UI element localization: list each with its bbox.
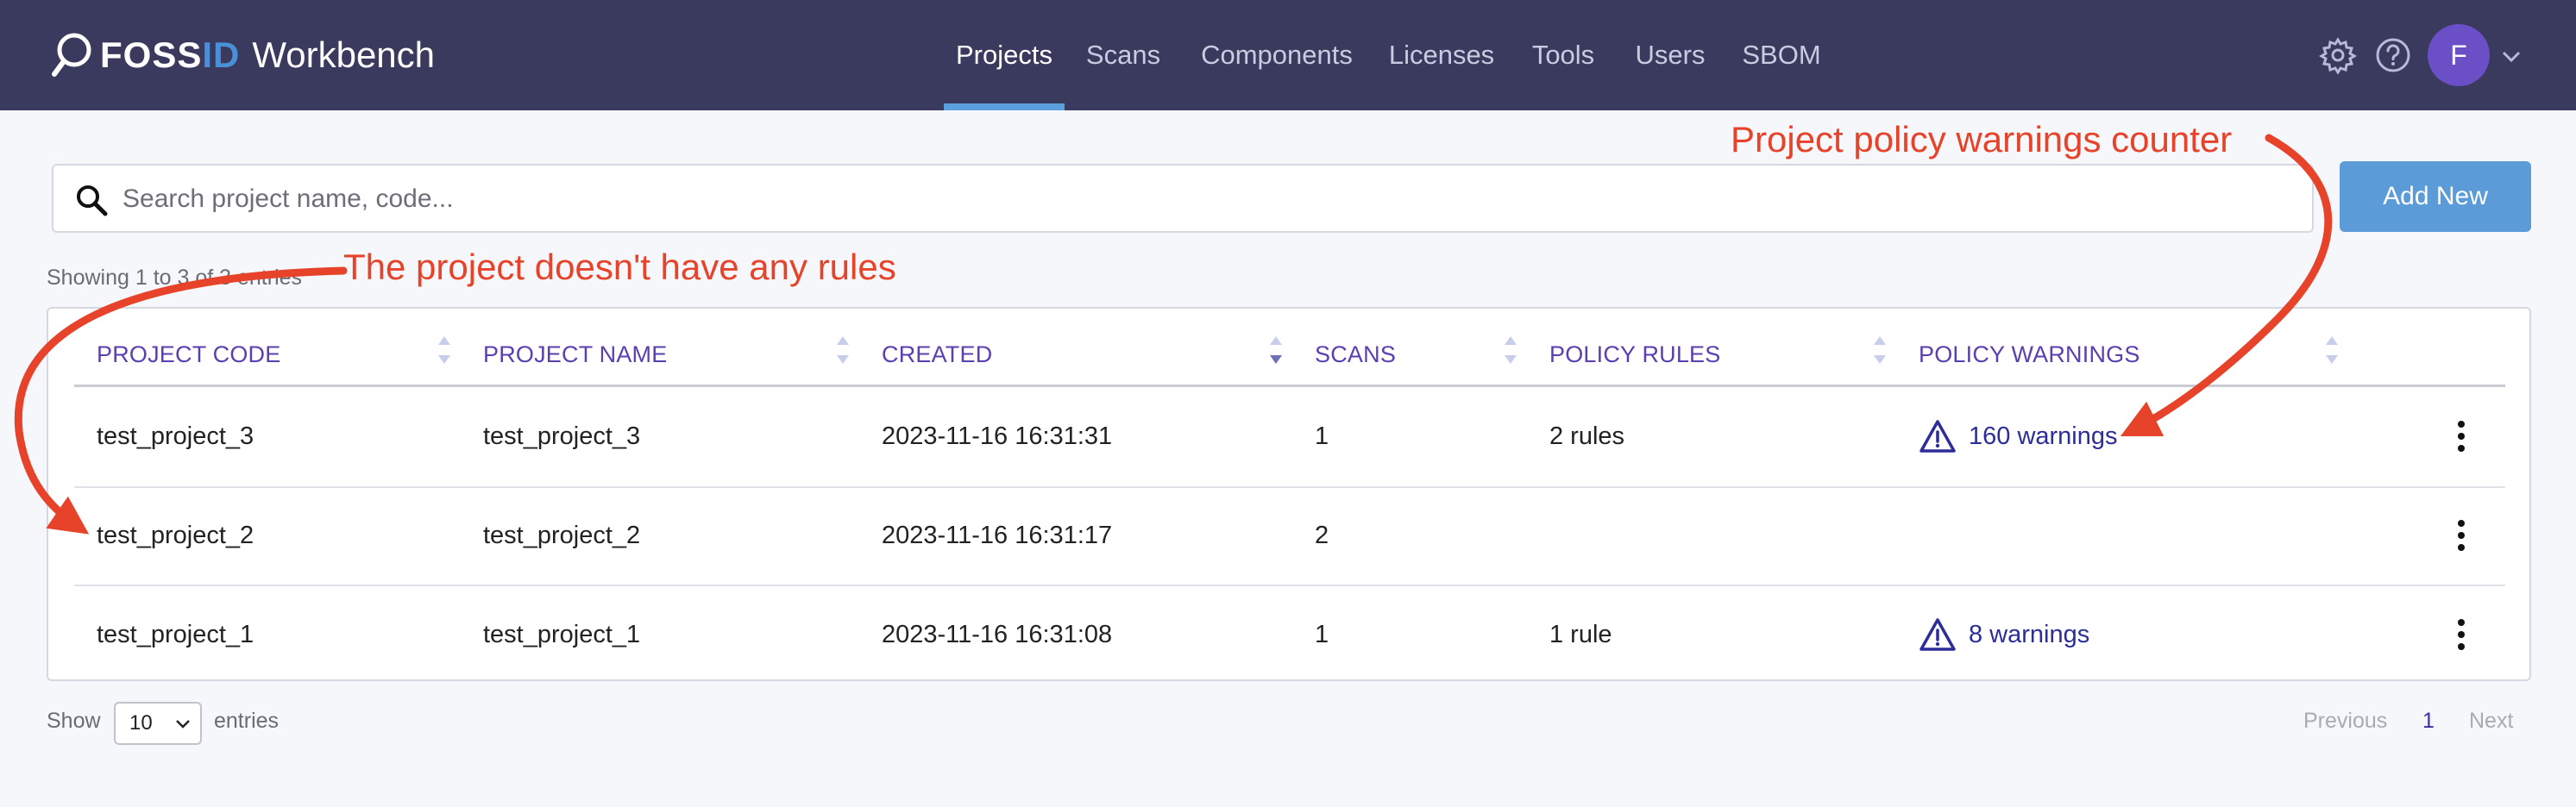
tab-projects[interactable]: Projects xyxy=(944,0,1065,110)
annotation-warnings-counter: Project policy warnings counter xyxy=(1731,119,2233,160)
search-input[interactable] xyxy=(123,176,2279,222)
tab-tools[interactable]: Tools xyxy=(1530,0,1596,110)
help-icon[interactable] xyxy=(2374,36,2412,74)
top-navigation-bar: FOSSID Workbench Projects Scans Componen… xyxy=(0,0,2576,110)
avatar[interactable]: F xyxy=(2428,24,2490,86)
logo-brand-id: ID xyxy=(202,34,241,75)
show-label: Show xyxy=(47,709,101,733)
tab-tools-label: Tools xyxy=(1531,40,1595,70)
tab-sbom-label: SBOM xyxy=(1742,40,1821,70)
active-tab-indicator xyxy=(944,103,1065,110)
cell-project-name[interactable]: test_project_2 xyxy=(483,518,640,553)
header-divider xyxy=(74,385,2505,387)
next-page-button[interactable]: Next xyxy=(2469,709,2513,734)
row-divider xyxy=(74,486,2505,488)
avatar-initial: F xyxy=(2450,39,2467,71)
cell-project-name[interactable]: test_project_1 xyxy=(483,617,640,652)
policy-warnings-link[interactable]: 160 warnings xyxy=(1919,419,2118,454)
policy-warnings-count: 8 warnings xyxy=(1969,620,2090,648)
column-header-created[interactable]: CREATED xyxy=(882,335,992,374)
sort-icon[interactable] xyxy=(435,329,454,371)
tab-users-label: Users xyxy=(1635,40,1706,70)
cell-project-code[interactable]: test_project_1 xyxy=(97,617,254,652)
sort-icon[interactable] xyxy=(2322,329,2341,371)
logo-brand-text: FOSSID xyxy=(100,34,240,76)
logo-product-text: Workbench xyxy=(252,34,436,75)
logo-brand-foss: FOSS xyxy=(100,34,203,75)
tab-users[interactable]: Users xyxy=(1634,0,1706,110)
tab-projects-label: Projects xyxy=(956,40,1052,70)
policy-warnings-link[interactable]: 8 warnings xyxy=(1919,617,2089,652)
column-header-policy-warnings[interactable]: POLICY WARNINGS xyxy=(1919,335,2140,374)
gear-icon[interactable] xyxy=(2319,36,2357,74)
sort-icon[interactable] xyxy=(833,329,852,371)
previous-page-button[interactable]: Previous xyxy=(2303,709,2387,734)
fossid-logo[interactable]: FOSSID Workbench xyxy=(50,29,435,81)
cell-project-name[interactable]: test_project_3 xyxy=(483,419,640,454)
cell-created: 2023-11-16 16:31:31 xyxy=(882,422,1113,450)
row-divider xyxy=(74,585,2505,586)
annotation-no-rules: The project doesn't have any rules xyxy=(343,247,896,287)
tab-sbom[interactable]: SBOM xyxy=(1742,0,1821,110)
row-menu-icon[interactable] xyxy=(2448,616,2474,654)
cell-created: 2023-11-16 16:31:17 xyxy=(882,521,1113,549)
cell-scans: 2 xyxy=(1315,521,1329,549)
tab-licenses[interactable]: Licenses xyxy=(1388,0,1495,110)
tab-licenses-label: Licenses xyxy=(1388,40,1495,70)
column-header-project-code[interactable]: PROJECT CODE xyxy=(97,335,280,374)
chevron-down-icon[interactable] xyxy=(2498,43,2524,69)
cell-project-code[interactable]: test_project_2 xyxy=(97,518,254,553)
table-info: Showing 1 to 3 of 3 entries xyxy=(47,266,303,290)
search-box xyxy=(52,164,2314,233)
page-size-value: 10 xyxy=(129,711,153,735)
row-menu-icon[interactable] xyxy=(2448,417,2474,455)
warning-icon xyxy=(1919,420,1956,453)
cell-scans: 1 xyxy=(1315,620,1329,648)
sort-desc-icon[interactable] xyxy=(1266,329,1285,371)
warning-icon xyxy=(1919,618,1956,651)
chevron-down-icon xyxy=(176,720,190,729)
column-header-scans[interactable]: SCANS xyxy=(1315,335,1396,374)
tab-components[interactable]: Components xyxy=(1201,0,1353,110)
cell-created: 2023-11-16 16:31:08 xyxy=(882,620,1113,648)
row-menu-icon[interactable] xyxy=(2448,516,2474,554)
current-page-button[interactable]: 1 xyxy=(2422,709,2435,734)
cell-policy-rules: 1 rule xyxy=(1549,620,1612,648)
column-header-policy-rules[interactable]: POLICY RULES xyxy=(1549,335,1720,374)
cell-scans: 1 xyxy=(1315,422,1329,450)
cell-project-code[interactable]: test_project_3 xyxy=(97,419,254,454)
entries-label: entries xyxy=(214,709,280,733)
sort-icon[interactable] xyxy=(1870,329,1889,371)
tab-scans-label: Scans xyxy=(1085,40,1161,70)
cell-policy-rules: 2 rules xyxy=(1549,422,1625,450)
page-size-select[interactable]: 10 xyxy=(114,702,202,745)
logo-magnifier-icon xyxy=(52,33,91,77)
tab-scans[interactable]: Scans xyxy=(1085,0,1161,110)
projects-table: PROJECT CODE PROJECT NAME CREATED SCANS … xyxy=(47,307,2531,681)
add-new-button[interactable]: Add New xyxy=(2340,161,2531,232)
search-icon xyxy=(77,185,108,216)
policy-warnings-count: 160 warnings xyxy=(1969,422,2118,450)
tab-components-label: Components xyxy=(1201,40,1353,70)
column-header-project-name[interactable]: PROJECT NAME xyxy=(483,335,667,374)
sort-icon[interactable] xyxy=(1501,329,1520,371)
